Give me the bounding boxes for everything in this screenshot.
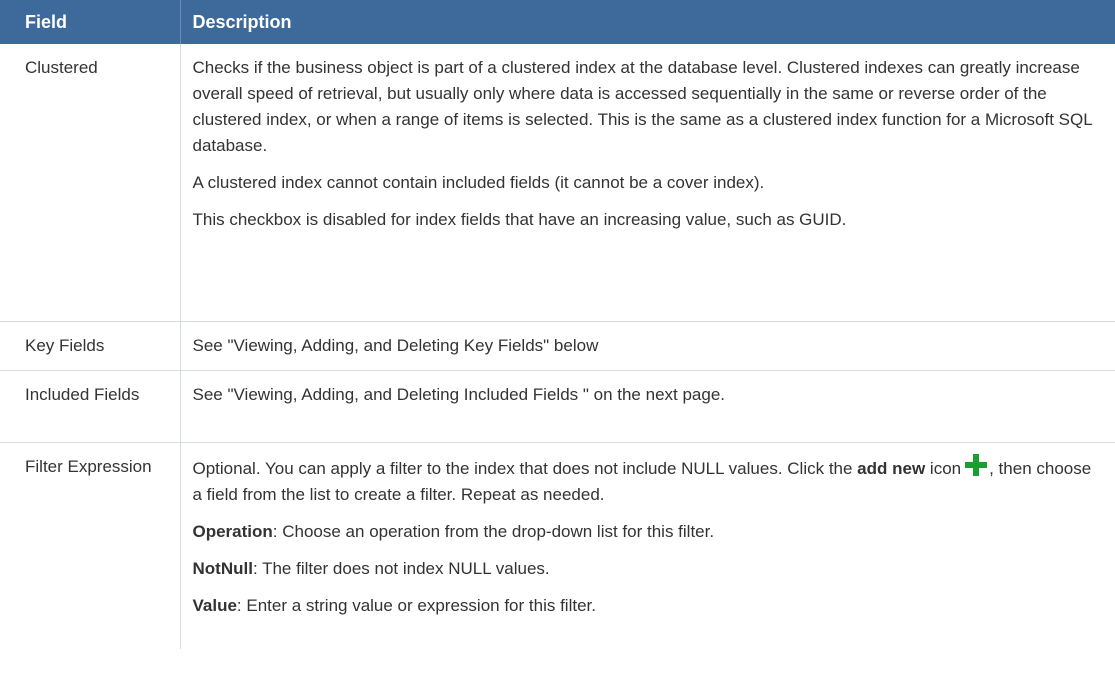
term-text: : Enter a string value or expression for… [236,595,596,615]
term-text: : Choose an operation from the drop-down… [272,521,715,541]
add-new-label: add new [857,458,926,478]
description-paragraph: See "Viewing, Adding, and Deleting Inclu… [192,384,726,404]
intro-text: icon [925,458,962,478]
field-name-cell: Clustered [0,44,181,322]
field-description-cell: Checks if the business object is part of… [180,44,1115,322]
field-name: Included Fields [25,384,140,404]
description-paragraph: Optional. You can apply a filter to the … [192,453,1106,508]
field-description-table: Field Description Clustered Checks if th… [0,0,1115,649]
add-new-plus-icon [965,453,988,476]
intro-text: Optional. You can apply a filter to the … [192,458,858,478]
description-paragraph: Value: Enter a string value or expressio… [193,593,1106,619]
column-header-field: Field [0,0,181,44]
field-name-cell: Filter Expression [0,442,181,649]
field-name: Filter Expression [25,456,152,476]
field-name: Key Fields [25,335,105,355]
term-label: NotNull [192,558,253,578]
description-paragraph: A clustered index cannot contain include… [192,173,765,192]
field-name-cell: Key Fields [0,321,181,371]
description-paragraph: Operation: Choose an operation from the … [193,519,1106,545]
description-paragraph: Checks if the business object is part of… [192,58,1093,155]
term-label: Operation [192,521,273,541]
field-description-cell: Optional. You can apply a filter to the … [180,442,1115,649]
column-header-description: Description [180,0,1115,44]
table-header-row: Field Description [0,0,1115,44]
field-name: Clustered [25,58,98,77]
description-paragraph: This checkbox is disabled for index fiel… [192,210,847,229]
table-row: Included Fields See "Viewing, Adding, an… [0,370,1115,443]
field-description-cell: See "Viewing, Adding, and Deleting Key F… [180,321,1115,371]
field-description-cell: See "Viewing, Adding, and Deleting Inclu… [180,370,1115,443]
description-paragraph: See "Viewing, Adding, and Deleting Key F… [192,335,599,355]
table-row: Filter Expression Optional. You can appl… [0,442,1115,649]
description-paragraph: NotNull: The filter does not index NULL … [193,556,1106,582]
table-row: Clustered Checks if the business object … [0,44,1115,322]
term-text: : The filter does not index NULL values. [252,558,550,578]
field-name-cell: Included Fields [0,370,181,443]
table-row: Key Fields See "Viewing, Adding, and Del… [0,321,1115,371]
term-label: Value [192,595,237,615]
